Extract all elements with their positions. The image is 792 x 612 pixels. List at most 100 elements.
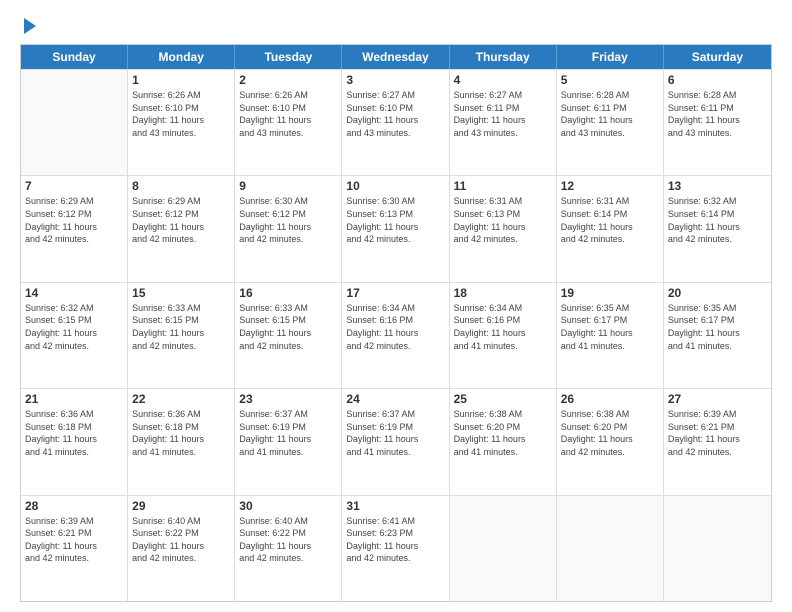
calendar-cell: 5Sunrise: 6:28 AM Sunset: 6:11 PM Daylig…: [557, 70, 664, 175]
day-info: Sunrise: 6:28 AM Sunset: 6:11 PM Dayligh…: [668, 89, 767, 139]
day-number: 16: [239, 286, 337, 300]
day-number: 18: [454, 286, 552, 300]
calendar-cell: 18 Sunrise: 6:34 AM Sunset: 6:16 PM Dayli…: [450, 283, 557, 388]
day-info: Sunrise: 6:35 AM Sunset: 6:17 PM Dayligh…: [561, 302, 659, 352]
day-number: 11: [454, 179, 552, 193]
calendar-cell: 12 Sunrise: 6:31 AM Sunset: 6:14 PM Dayli…: [557, 176, 664, 281]
calendar-row: 7 Sunrise: 6:29 AM Sunset: 6:12 PM Daylig…: [21, 175, 771, 281]
calendar-cell: 2Sunrise: 6:26 AM Sunset: 6:10 PM Daylig…: [235, 70, 342, 175]
calendar-header-cell: Tuesday: [235, 45, 342, 69]
day-info: Sunrise: 6:39 AM Sunset: 6:21 PM Dayligh…: [25, 515, 123, 565]
calendar-cell: 31 Sunrise: 6:41 AM Sunset: 6:23 PM Dayli…: [342, 496, 449, 601]
day-info: Sunrise: 6:31 AM Sunset: 6:14 PM Dayligh…: [561, 195, 659, 245]
calendar-cell: 10 Sunrise: 6:30 AM Sunset: 6:13 PM Dayli…: [342, 176, 449, 281]
calendar-cell: 26 Sunrise: 6:38 AM Sunset: 6:20 PM Dayli…: [557, 389, 664, 494]
day-info: Sunrise: 6:29 AM Sunset: 6:12 PM Dayligh…: [25, 195, 123, 245]
calendar-cell: 11Sunrise: 6:31 AM Sunset: 6:13 PM Dayli…: [450, 176, 557, 281]
day-info: Sunrise: 6:36 AM Sunset: 6:18 PM Dayligh…: [25, 408, 123, 458]
day-number: 13: [668, 179, 767, 193]
calendar-cell: 8 Sunrise: 6:29 AM Sunset: 6:12 PM Daylig…: [128, 176, 235, 281]
header: [20, 18, 772, 34]
calendar-body: 1 Sunrise: 6:26 AM Sunset: 6:10 PM Daylig…: [21, 69, 771, 601]
day-info: Sunrise: 6:40 AM Sunset: 6:22 PM Dayligh…: [239, 515, 337, 565]
calendar-row: 14Sunrise: 6:32 AM Sunset: 6:15 PM Dayli…: [21, 282, 771, 388]
day-number: 3: [346, 73, 444, 87]
day-number: 22: [132, 392, 230, 406]
day-number: 1: [132, 73, 230, 87]
calendar-row: 21 Sunrise: 6:36 AM Sunset: 6:18 PM Dayli…: [21, 388, 771, 494]
day-info: Sunrise: 6:27 AM Sunset: 6:10 PM Dayligh…: [346, 89, 444, 139]
calendar-header-cell: Wednesday: [342, 45, 449, 69]
calendar-cell: 22 Sunrise: 6:36 AM Sunset: 6:18 PM Dayli…: [128, 389, 235, 494]
calendar-header-cell: Monday: [128, 45, 235, 69]
calendar-cell: 30 Sunrise: 6:40 AM Sunset: 6:22 PM Dayli…: [235, 496, 342, 601]
day-info: Sunrise: 6:33 AM Sunset: 6:15 PM Dayligh…: [132, 302, 230, 352]
day-info: Sunrise: 6:33 AM Sunset: 6:15 PM Dayligh…: [239, 302, 337, 352]
day-info: Sunrise: 6:37 AM Sunset: 6:19 PM Dayligh…: [239, 408, 337, 458]
day-info: Sunrise: 6:36 AM Sunset: 6:18 PM Dayligh…: [132, 408, 230, 458]
calendar-cell: 15 Sunrise: 6:33 AM Sunset: 6:15 PM Dayli…: [128, 283, 235, 388]
day-info: Sunrise: 6:26 AM Sunset: 6:10 PM Dayligh…: [239, 89, 337, 139]
calendar-cell: [557, 496, 664, 601]
calendar-cell: 20Sunrise: 6:35 AM Sunset: 6:17 PM Dayli…: [664, 283, 771, 388]
day-number: 8: [132, 179, 230, 193]
calendar-cell: [450, 496, 557, 601]
day-info: Sunrise: 6:27 AM Sunset: 6:11 PM Dayligh…: [454, 89, 552, 139]
day-number: 17: [346, 286, 444, 300]
calendar-cell: 1 Sunrise: 6:26 AM Sunset: 6:10 PM Daylig…: [128, 70, 235, 175]
calendar-header-cell: Friday: [557, 45, 664, 69]
calendar-cell: 17 Sunrise: 6:34 AM Sunset: 6:16 PM Dayli…: [342, 283, 449, 388]
day-number: 6: [668, 73, 767, 87]
day-info: Sunrise: 6:38 AM Sunset: 6:20 PM Dayligh…: [561, 408, 659, 458]
day-info: Sunrise: 6:29 AM Sunset: 6:12 PM Dayligh…: [132, 195, 230, 245]
calendar-cell: 23 Sunrise: 6:37 AM Sunset: 6:19 PM Dayli…: [235, 389, 342, 494]
day-number: 21: [25, 392, 123, 406]
day-number: 9: [239, 179, 337, 193]
calendar-cell: 9 Sunrise: 6:30 AM Sunset: 6:12 PM Daylig…: [235, 176, 342, 281]
day-number: 23: [239, 392, 337, 406]
calendar-cell: 29Sunrise: 6:40 AM Sunset: 6:22 PM Dayli…: [128, 496, 235, 601]
day-info: Sunrise: 6:38 AM Sunset: 6:20 PM Dayligh…: [454, 408, 552, 458]
calendar-cell: [664, 496, 771, 601]
calendar-cell: 13 Sunrise: 6:32 AM Sunset: 6:14 PM Dayli…: [664, 176, 771, 281]
calendar-cell: 14Sunrise: 6:32 AM Sunset: 6:15 PM Dayli…: [21, 283, 128, 388]
day-number: 5: [561, 73, 659, 87]
day-number: 19: [561, 286, 659, 300]
calendar-cell: 7 Sunrise: 6:29 AM Sunset: 6:12 PM Daylig…: [21, 176, 128, 281]
calendar-header-cell: Thursday: [450, 45, 557, 69]
page: SundayMondayTuesdayWednesdayThursdayFrid…: [0, 0, 792, 612]
day-number: 29: [132, 499, 230, 513]
day-info: Sunrise: 6:34 AM Sunset: 6:16 PM Dayligh…: [454, 302, 552, 352]
calendar-cell: 27Sunrise: 6:39 AM Sunset: 6:21 PM Dayli…: [664, 389, 771, 494]
day-number: 24: [346, 392, 444, 406]
day-info: Sunrise: 6:32 AM Sunset: 6:14 PM Dayligh…: [668, 195, 767, 245]
logo-arrow-icon: [24, 18, 36, 34]
day-info: Sunrise: 6:41 AM Sunset: 6:23 PM Dayligh…: [346, 515, 444, 565]
day-number: 31: [346, 499, 444, 513]
day-info: Sunrise: 6:37 AM Sunset: 6:19 PM Dayligh…: [346, 408, 444, 458]
day-info: Sunrise: 6:32 AM Sunset: 6:15 PM Dayligh…: [25, 302, 123, 352]
day-number: 28: [25, 499, 123, 513]
day-number: 12: [561, 179, 659, 193]
day-number: 10: [346, 179, 444, 193]
day-number: 30: [239, 499, 337, 513]
calendar-cell: 3 Sunrise: 6:27 AM Sunset: 6:10 PM Daylig…: [342, 70, 449, 175]
day-number: 7: [25, 179, 123, 193]
calendar-header-cell: Saturday: [664, 45, 771, 69]
day-info: Sunrise: 6:35 AM Sunset: 6:17 PM Dayligh…: [668, 302, 767, 352]
calendar-cell: 6 Sunrise: 6:28 AM Sunset: 6:11 PM Daylig…: [664, 70, 771, 175]
calendar: SundayMondayTuesdayWednesdayThursdayFrid…: [20, 44, 772, 602]
day-info: Sunrise: 6:26 AM Sunset: 6:10 PM Dayligh…: [132, 89, 230, 139]
day-number: 26: [561, 392, 659, 406]
day-info: Sunrise: 6:39 AM Sunset: 6:21 PM Dayligh…: [668, 408, 767, 458]
day-info: Sunrise: 6:34 AM Sunset: 6:16 PM Dayligh…: [346, 302, 444, 352]
calendar-cell: 4Sunrise: 6:27 AM Sunset: 6:11 PM Daylig…: [450, 70, 557, 175]
calendar-cell: 19 Sunrise: 6:35 AM Sunset: 6:17 PM Dayli…: [557, 283, 664, 388]
calendar-row: 1 Sunrise: 6:26 AM Sunset: 6:10 PM Daylig…: [21, 69, 771, 175]
day-info: Sunrise: 6:30 AM Sunset: 6:13 PM Dayligh…: [346, 195, 444, 245]
calendar-row: 28 Sunrise: 6:39 AM Sunset: 6:21 PM Dayli…: [21, 495, 771, 601]
day-number: 15: [132, 286, 230, 300]
day-info: Sunrise: 6:30 AM Sunset: 6:12 PM Dayligh…: [239, 195, 337, 245]
calendar-cell: 16 Sunrise: 6:33 AM Sunset: 6:15 PM Dayli…: [235, 283, 342, 388]
calendar-cell: 21 Sunrise: 6:36 AM Sunset: 6:18 PM Dayli…: [21, 389, 128, 494]
